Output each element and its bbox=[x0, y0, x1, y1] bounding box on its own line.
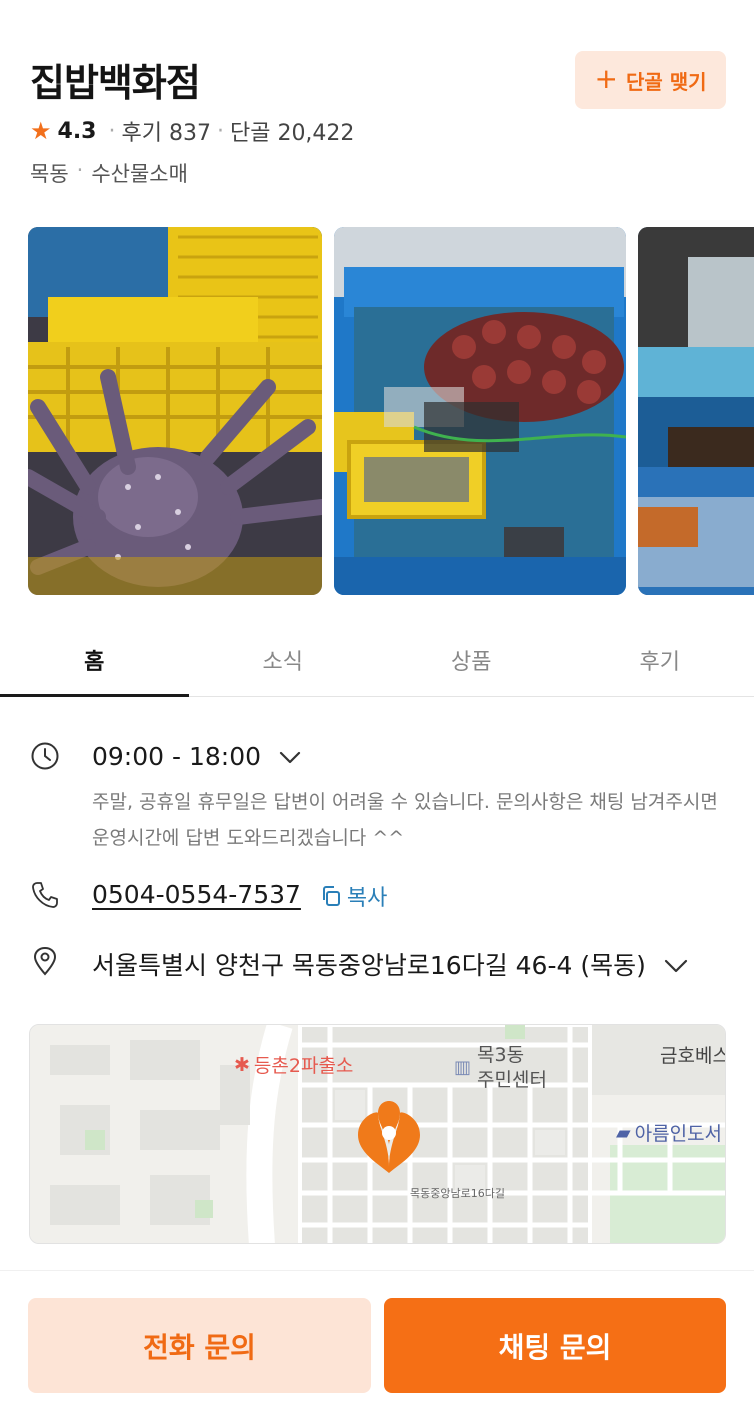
separator-dot: · bbox=[216, 118, 224, 144]
copy-icon bbox=[322, 886, 340, 906]
tab-home[interactable]: 홈 bbox=[0, 624, 189, 697]
tab-products[interactable]: 상품 bbox=[377, 624, 566, 696]
photo-carousel[interactable] bbox=[0, 227, 754, 595]
review-count[interactable]: 후기 837 bbox=[122, 115, 211, 147]
address-row[interactable]: 서울특별시 양천구 목동중앙남로16다길 46-4 (목동) bbox=[30, 946, 688, 982]
store-photo-interior[interactable] bbox=[638, 227, 754, 595]
add-regular-label: 단골 맺기 bbox=[625, 69, 707, 94]
location-pin-icon bbox=[30, 946, 60, 976]
store-name: 집밥백화점 bbox=[30, 61, 201, 105]
store-category: 수산물소매 bbox=[91, 162, 188, 186]
separator-dot: · bbox=[76, 158, 84, 182]
map-label-road: 목동중앙남로16다길 bbox=[410, 1187, 505, 1200]
chat-inquiry-button[interactable]: 채팅 문의 bbox=[384, 1298, 726, 1393]
phone-icon bbox=[30, 880, 60, 910]
copy-label: 복사 bbox=[346, 886, 388, 911]
chevron-down-icon[interactable] bbox=[279, 742, 301, 771]
regular-count: 단골 20,422 bbox=[229, 121, 355, 146]
store-tabs: 홈 소식 상품 후기 bbox=[0, 624, 754, 697]
building-icon: ▥ bbox=[454, 1057, 472, 1078]
store-photo-tank[interactable] bbox=[334, 227, 626, 595]
call-inquiry-button[interactable]: 전화 문의 bbox=[28, 1298, 371, 1393]
plus-icon: + bbox=[594, 62, 618, 95]
book-icon: ▰ bbox=[616, 1121, 631, 1144]
location-map[interactable]: ✱ 등촌2파출소 ▥ 목3동 주민센터 금호베스 ▰ 아름인도서 목동중앙남로16… bbox=[29, 1024, 726, 1244]
map-label-community-center: ▥ 목3동 주민센터 bbox=[454, 1044, 547, 1091]
separator-dot: · bbox=[108, 118, 116, 144]
map-label-apartment: 금호베스 bbox=[660, 1045, 726, 1067]
store-header: 집밥백화점 + 단골 맺기 ★ 4.3 · 후기 837 · 단골 20,422… bbox=[0, 0, 754, 200]
tab-reviews[interactable]: 후기 bbox=[566, 624, 754, 696]
business-hours: 09:00 - 18:00 bbox=[92, 741, 262, 771]
chevron-down-icon[interactable] bbox=[664, 950, 688, 979]
clock-icon bbox=[30, 741, 60, 771]
copy-phone-button[interactable]: 복사 bbox=[319, 880, 387, 912]
hours-row[interactable]: 09:00 - 18:00 bbox=[30, 741, 301, 771]
hours-note: 주말, 공휴일 휴무일은 답변이 어려울 수 있습니다. 문의사항은 채팅 남겨… bbox=[92, 791, 718, 849]
phone-number[interactable]: 0504-0554-7537 bbox=[92, 880, 301, 912]
store-location: 목동 · 수산물소매 bbox=[30, 158, 188, 188]
bottom-action-bar: 전화 문의 채팅 문의 bbox=[0, 1270, 754, 1414]
phone-row: 0504-0554-7537 복사 bbox=[30, 880, 387, 912]
store-address: 서울특별시 양천구 목동중앙남로16다길 46-4 (목동) bbox=[92, 951, 646, 980]
star-icon: ★ bbox=[30, 117, 52, 145]
store-meta: ★ 4.3 · 후기 837 · 단골 20,422 bbox=[30, 115, 354, 147]
map-label-police: ✱ 등촌2파출소 bbox=[234, 1053, 354, 1078]
police-icon: ✱ bbox=[234, 1053, 250, 1076]
add-regular-button[interactable]: + 단골 맺기 bbox=[575, 51, 726, 109]
map-label-library: ▰ 아름인도서 bbox=[616, 1121, 723, 1146]
store-area: 목동 bbox=[30, 162, 69, 186]
store-rating: 4.3 bbox=[57, 118, 97, 144]
tab-news[interactable]: 소식 bbox=[189, 624, 378, 696]
store-photo-king-crab[interactable] bbox=[28, 227, 322, 595]
